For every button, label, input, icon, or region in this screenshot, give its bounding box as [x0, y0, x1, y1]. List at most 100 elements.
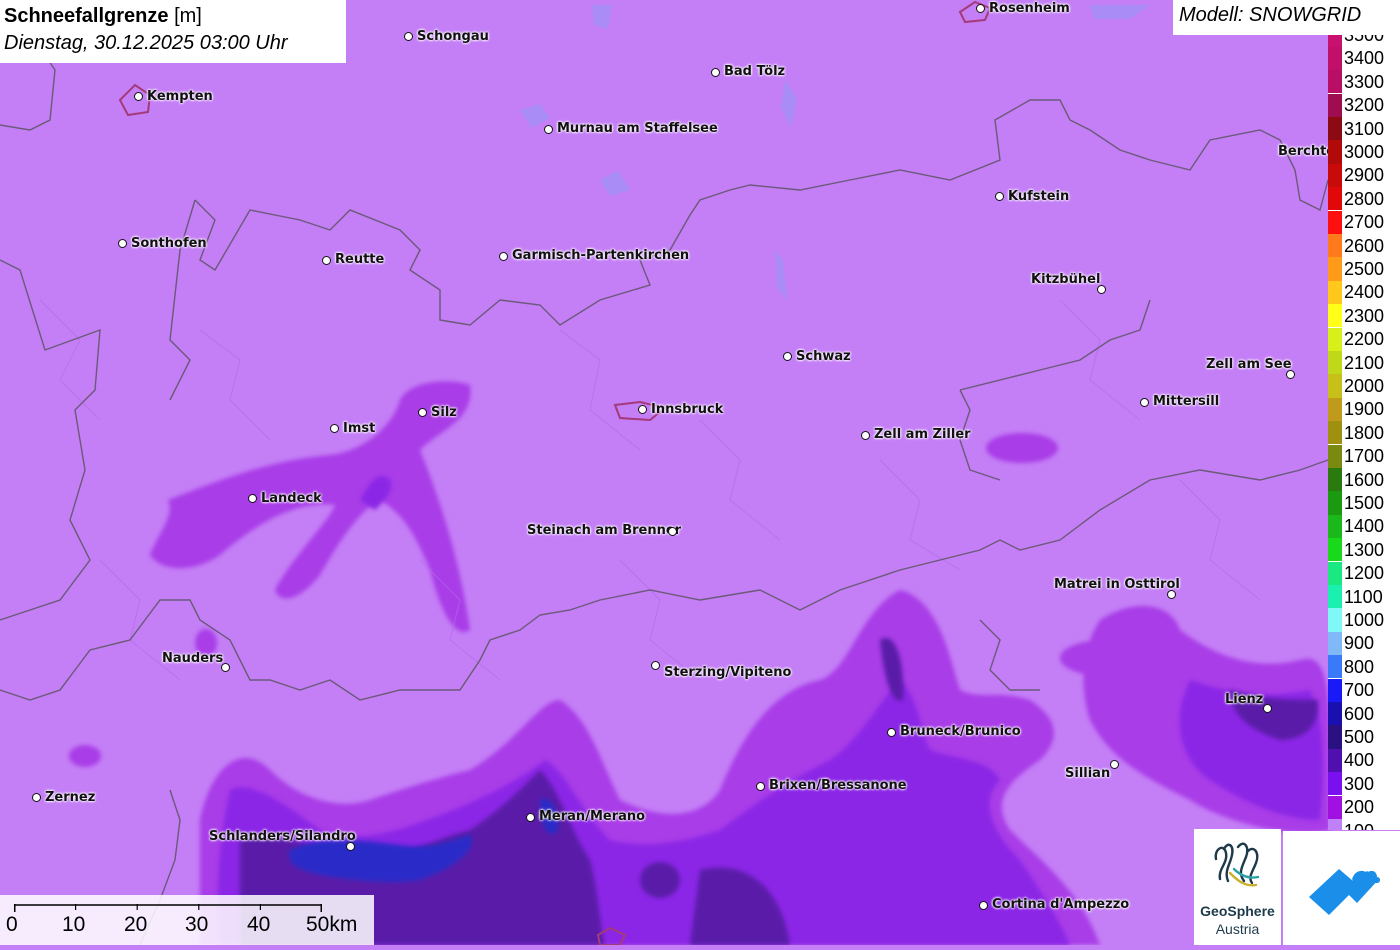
legend-row-1900: 1900 [1328, 397, 1400, 422]
legend-row-2700: 2700 [1328, 210, 1400, 234]
city-label-silz[interactable]: Silz [431, 406, 457, 420]
legend-row-1000: 1000 [1328, 608, 1400, 632]
city-label-mittersill[interactable]: Mittersill [1153, 395, 1219, 409]
city-dot-sonthofen[interactable] [118, 239, 127, 248]
city-label-bad-toelz[interactable]: Bad Tölz [724, 65, 785, 79]
legend-row-2100: 2100 [1328, 350, 1400, 375]
city-dot-brixen[interactable] [756, 782, 765, 791]
city-label-imst[interactable]: Imst [343, 422, 375, 436]
city-label-zernez[interactable]: Zernez [45, 791, 95, 805]
legend-label: 1900 [1344, 399, 1385, 420]
legend-swatch [1328, 187, 1342, 211]
city-dot-lienz[interactable] [1263, 704, 1272, 713]
city-dot-zell-am-see[interactable] [1286, 370, 1295, 379]
legend-row-3100: 3100 [1328, 116, 1400, 141]
city-label-rosenheim[interactable]: Rosenheim [989, 2, 1070, 16]
city-label-landeck[interactable]: Landeck [261, 492, 322, 506]
city-dot-kempten[interactable] [134, 92, 143, 101]
city-dot-silz[interactable] [418, 408, 427, 417]
city-dot-landeck[interactable] [248, 494, 257, 503]
city-label-sonthofen[interactable]: Sonthofen [131, 237, 207, 251]
city-label-zell-am-ziller[interactable]: Zell am Ziller [874, 428, 971, 442]
city-label-lienz[interactable]: Lienz [1225, 693, 1263, 707]
geosphere-logo[interactable]: GeoSphere Austria [1194, 829, 1281, 945]
legend-row-500: 500 [1328, 725, 1400, 749]
legend-row-1400: 1400 [1328, 514, 1400, 539]
city-dot-bad-toelz[interactable] [711, 68, 720, 77]
city-dot-mittersill[interactable] [1140, 398, 1149, 407]
city-label-schwaz[interactable]: Schwaz [796, 350, 851, 364]
city-label-kufstein[interactable]: Kufstein [1008, 190, 1069, 204]
legend-label: 1100 [1344, 586, 1383, 607]
legend-swatch [1328, 116, 1342, 141]
city-dot-matrei[interactable] [1167, 590, 1176, 599]
city-label-nauders[interactable]: Nauders [162, 652, 223, 666]
city-label-kempten[interactable]: Kempten [147, 90, 213, 104]
city-label-brixen[interactable]: Brixen/Bressanone [769, 779, 907, 793]
city-dot-schwaz[interactable] [783, 352, 792, 361]
legend-row-2500: 2500 [1328, 257, 1400, 281]
city-dot-innsbruck[interactable] [638, 405, 647, 414]
city-label-matrei[interactable]: Matrei in Osttirol [1054, 578, 1180, 592]
city-label-cortina[interactable]: Cortina d'Ampezzo [992, 898, 1129, 912]
city-dot-bruneck[interactable] [887, 728, 896, 737]
city-dot-schongau[interactable] [404, 32, 413, 41]
geosphere-subtitle: Austria [1215, 921, 1260, 937]
city-dot-steinach[interactable] [668, 527, 677, 536]
city-dot-sillian[interactable] [1110, 760, 1119, 769]
city-label-reutte[interactable]: Reutte [335, 253, 384, 267]
city-dot-reutte[interactable] [322, 256, 331, 265]
snowline-map[interactable] [0, 0, 1400, 946]
city-dot-zernez[interactable] [32, 793, 41, 802]
city-dot-imst[interactable] [330, 424, 339, 433]
city-label-kitzbuehel[interactable]: Kitzbühel [1031, 273, 1100, 287]
city-dot-zell-am-ziller[interactable] [861, 431, 870, 440]
city-label-murnau[interactable]: Murnau am Staffelsee [557, 122, 718, 136]
city-dot-schlanders[interactable] [346, 842, 355, 851]
city-dot-nauders[interactable] [221, 663, 230, 672]
city-label-berchtesgaden[interactable]: Berchte [1278, 145, 1335, 159]
legend-swatch [1328, 725, 1342, 749]
city-label-schongau[interactable]: Schongau [417, 30, 489, 44]
legend-row-3200: 3200 [1328, 93, 1400, 117]
legend-swatch [1328, 35, 1342, 47]
legend-label: 1600 [1344, 469, 1385, 490]
city-dot-garmisch[interactable] [499, 252, 508, 261]
city-label-sterzing[interactable]: Sterzing/Vipiteno [664, 666, 791, 680]
city-label-schlanders[interactable]: Schlanders/Silandro [209, 830, 356, 844]
city-dot-murnau[interactable] [544, 125, 553, 134]
city-label-steinach[interactable]: Steinach am Brenner [527, 524, 681, 538]
legend-swatch [1328, 163, 1342, 188]
legend-row-200: 200 [1328, 795, 1400, 819]
city-label-sillian[interactable]: Sillian [1065, 767, 1110, 781]
legend-row-2000: 2000 [1328, 374, 1400, 398]
legend-swatch [1328, 795, 1342, 819]
legend-label: 1000 [1344, 609, 1385, 630]
legend-label: 900 [1344, 633, 1375, 654]
city-dot-sterzing[interactable] [651, 661, 660, 670]
legend-row-1800: 1800 [1328, 421, 1400, 445]
city-label-zell-am-see[interactable]: Zell am See [1206, 358, 1292, 372]
legend-row-3400: 3400 [1328, 46, 1400, 71]
legend-swatch [1328, 584, 1342, 609]
legend-row-700: 700 [1328, 678, 1400, 702]
scale-label-20: 20 [124, 913, 148, 936]
city-label-innsbruck[interactable]: Innsbruck [651, 403, 723, 417]
app-logo[interactable] [1283, 831, 1400, 945]
legend-row-300: 300 [1328, 772, 1400, 796]
city-dot-kufstein[interactable] [995, 192, 1004, 201]
legend-row-900: 900 [1328, 631, 1400, 656]
legend-swatch [1328, 350, 1342, 375]
legend-label: 800 [1344, 656, 1375, 677]
legend-row-3000: 3000 [1328, 140, 1400, 164]
city-label-garmisch[interactable]: Garmisch-Partenkirchen [512, 249, 689, 263]
city-dot-cortina[interactable] [979, 901, 988, 910]
legend-label: 200 [1344, 797, 1375, 818]
legend-swatch [1328, 444, 1342, 468]
city-label-bruneck[interactable]: Bruneck/Brunico [900, 725, 1021, 739]
city-dot-meran[interactable] [526, 813, 535, 822]
city-dot-rosenheim[interactable] [976, 4, 985, 13]
city-label-meran[interactable]: Meran/Merano [539, 810, 645, 824]
legend-swatch [1328, 514, 1342, 539]
city-dot-kitzbuehel[interactable] [1097, 285, 1106, 294]
